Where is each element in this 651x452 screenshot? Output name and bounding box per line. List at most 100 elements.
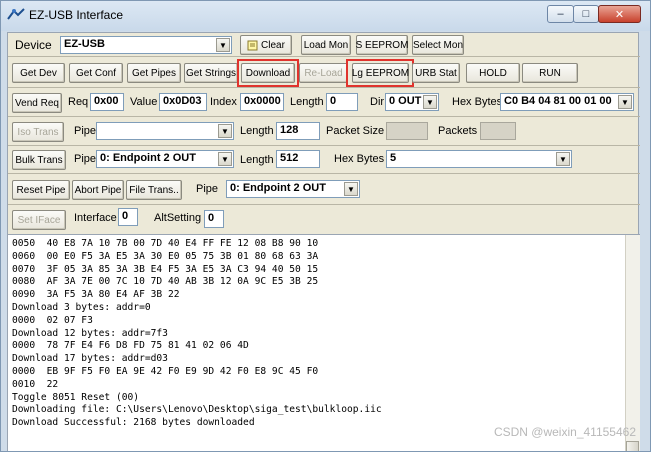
log-line: 0010 22 <box>12 378 59 390</box>
clear-button-label: Clear <box>261 39 285 51</box>
reload-button[interactable]: Re-Load <box>299 63 348 83</box>
iso-pipe-select[interactable]: ▼ <box>96 122 234 140</box>
bulk-trans-row: Bulk Trans Pipe 0: Endpoint 2 OUT ▼ Leng… <box>8 146 640 174</box>
window-title: EZ-USB Interface <box>29 8 124 22</box>
packets-input[interactable] <box>480 122 516 140</box>
vend-req-row: Vend Req Req 0x00 Value 0x0D03 Index 0x0… <box>8 88 640 117</box>
log-line: 0050 40 E8 7A 10 7B 00 7D 40 E4 FF FE 12… <box>12 238 319 249</box>
scrollbar-thumb[interactable] <box>626 441 639 451</box>
get-conf-button[interactable]: Get Conf <box>69 63 123 83</box>
minimize-button[interactable]: – <box>547 5 574 23</box>
log-line: Download 17 bytes: addr=d03 <box>12 353 168 365</box>
pipe-control-row: Reset Pipe Abort Pipe File Trans.. Pipe … <box>8 174 640 205</box>
device-label: Device <box>15 38 52 52</box>
log-line: Download Successful: 2168 bytes download… <box>12 417 255 429</box>
device-select-value: EZ-USB <box>64 38 105 50</box>
bulk-hex-bytes-value: 5 <box>390 152 397 164</box>
lg-eeprom-highlight-box <box>346 59 414 87</box>
get-pipes-button[interactable]: Get Pipes <box>127 63 181 83</box>
close-button[interactable]: ✕ <box>598 5 641 23</box>
dir-select-value: 0 OUT <box>389 95 422 107</box>
select-mon-button[interactable]: Select Mon <box>412 35 464 55</box>
bulk-trans-button[interactable]: Bulk Trans <box>12 150 66 170</box>
chevron-down-icon: ▼ <box>218 124 232 138</box>
client-area: Device EZ-USB ▼ Clear Load Mon S EEPROM … <box>7 32 640 451</box>
log-scrollbar[interactable] <box>625 235 640 451</box>
hex-bytes-select[interactable]: C0 B4 04 81 00 01 00 ▼ <box>500 93 634 111</box>
clear-button[interactable]: Clear <box>240 35 292 55</box>
bulk-hex-bytes-select[interactable]: 5 ▼ <box>386 150 572 168</box>
log-line: 0000 EB 9F F5 F0 EA 9E 42 F0 E9 9D 42 F0… <box>12 366 319 377</box>
bulk-pipe-label: Pipe <box>74 153 97 165</box>
chevron-down-icon: ▼ <box>218 152 232 166</box>
altsetting-label: AltSetting <box>154 212 202 224</box>
run-button[interactable]: RUN <box>522 63 578 83</box>
app-icon <box>7 8 25 20</box>
length-input[interactable]: 0 <box>326 93 358 111</box>
set-iface-button[interactable]: Set IFace <box>12 210 66 230</box>
index-label: Index <box>210 96 237 108</box>
chevron-down-icon: ▼ <box>618 95 632 109</box>
length-label: Length <box>290 96 324 108</box>
log-line: Download 3 bytes: addr=0 <box>12 302 151 313</box>
dir-select[interactable]: 0 OUT ▼ <box>385 93 439 111</box>
get-dev-button[interactable]: Get Dev <box>12 63 65 83</box>
s-eeprom-button[interactable]: S EEPROM <box>356 35 408 55</box>
hold-button[interactable]: HOLD <box>466 63 520 83</box>
packet-size-input[interactable] <box>386 122 428 140</box>
watermark: CSDN @weixin_41155462 <box>493 425 636 439</box>
iso-length-label: Length <box>240 125 274 137</box>
log-line: 0060 00 E0 F5 3A E5 3A 30 E0 05 75 3B 01… <box>12 250 319 262</box>
req-input[interactable]: 0x00 <box>90 93 124 111</box>
reset-pipe-button[interactable]: Reset Pipe <box>12 180 70 200</box>
reset-pipe-select[interactable]: 0: Endpoint 2 OUT ▼ <box>226 180 360 198</box>
log-line: 0080 AF 3A 7E 00 7C 10 7D 40 AB 3B 12 0A… <box>12 276 319 288</box>
get-strings-button[interactable]: Get Strings <box>184 63 238 83</box>
interface-row: Set IFace Interface 0 AltSetting 0 <box>8 205 640 234</box>
log-output[interactable]: 0050 40 E8 7A 10 7B 00 7D 40 E4 FF FE 12… <box>8 234 640 451</box>
chevron-down-icon: ▼ <box>556 152 570 166</box>
bulk-length-input[interactable]: 512 <box>276 150 320 168</box>
interface-label: Interface <box>74 212 117 224</box>
log-line: Toggle 8051 Reset (00) <box>12 391 140 403</box>
iso-length-input[interactable]: 128 <box>276 122 320 140</box>
bulk-pipe-select[interactable]: 0: Endpoint 2 OUT ▼ <box>96 150 234 168</box>
log-line: Download 12 bytes: addr=7f3 <box>12 327 168 339</box>
log-line: 0070 3F 05 3A 85 3A 3B E4 F5 3A E5 3A C3… <box>12 263 319 275</box>
dir-label: Dir <box>370 96 385 108</box>
device-row: Device EZ-USB ▼ Clear Load Mon S EEPROM … <box>8 33 640 57</box>
packets-label: Packets <box>438 125 478 137</box>
log-line: 0000 02 07 F3 <box>12 314 93 326</box>
reset-pipe-value: 0: Endpoint 2 OUT <box>230 182 326 194</box>
vend-req-button[interactable]: Vend Req <box>12 93 62 113</box>
abort-pipe-button[interactable]: Abort Pipe <box>72 180 124 200</box>
log-line: 0090 3A F5 3A 80 E4 AF 3B 22 <box>12 289 180 301</box>
device-select[interactable]: EZ-USB ▼ <box>60 36 232 54</box>
bulk-hex-bytes-label: Hex Bytes <box>334 153 385 165</box>
log-line: Downloading file: C:\Users\Lenovo\Deskto… <box>12 404 382 416</box>
hex-bytes-value: C0 B4 04 81 00 01 00 <box>504 95 612 107</box>
urb-stat-button[interactable]: URB Stat <box>412 63 460 83</box>
packet-size-label: Packet Size <box>326 125 385 137</box>
log-line: 0000 78 7F E4 F6 D8 FD 75 81 41 02 06 4D <box>12 340 249 352</box>
req-label: Req <box>68 96 89 108</box>
altsetting-input[interactable]: 0 <box>204 210 224 228</box>
chevron-down-icon: ▼ <box>216 38 230 52</box>
load-mon-button[interactable]: Load Mon <box>301 35 351 55</box>
maximize-button[interactable]: □ <box>573 5 599 23</box>
iso-trans-row: Iso Trans Pipe ▼ Length 128 Packet Size … <box>8 117 640 146</box>
iso-trans-button[interactable]: Iso Trans <box>12 122 64 142</box>
clear-icon <box>247 40 258 50</box>
app-window: EZ-USB Interface – □ ✕ Device EZ-USB ▼ C… <box>0 0 651 452</box>
value-input[interactable]: 0x0D03 <box>159 93 207 111</box>
index-input[interactable]: 0x0000 <box>240 93 284 111</box>
interface-input[interactable]: 0 <box>118 208 138 226</box>
value-label: Value <box>130 96 158 108</box>
download-highlight-box <box>237 59 299 87</box>
command-row: Get Dev Get Conf Get Pipes Get Strings D… <box>8 57 640 88</box>
chevron-down-icon: ▼ <box>344 182 358 196</box>
file-trans-button[interactable]: File Trans.. <box>126 180 182 200</box>
bulk-length-label: Length <box>240 154 274 166</box>
hex-bytes-label: Hex Bytes <box>452 96 503 108</box>
title-bar[interactable]: EZ-USB Interface – □ ✕ <box>1 1 650 31</box>
